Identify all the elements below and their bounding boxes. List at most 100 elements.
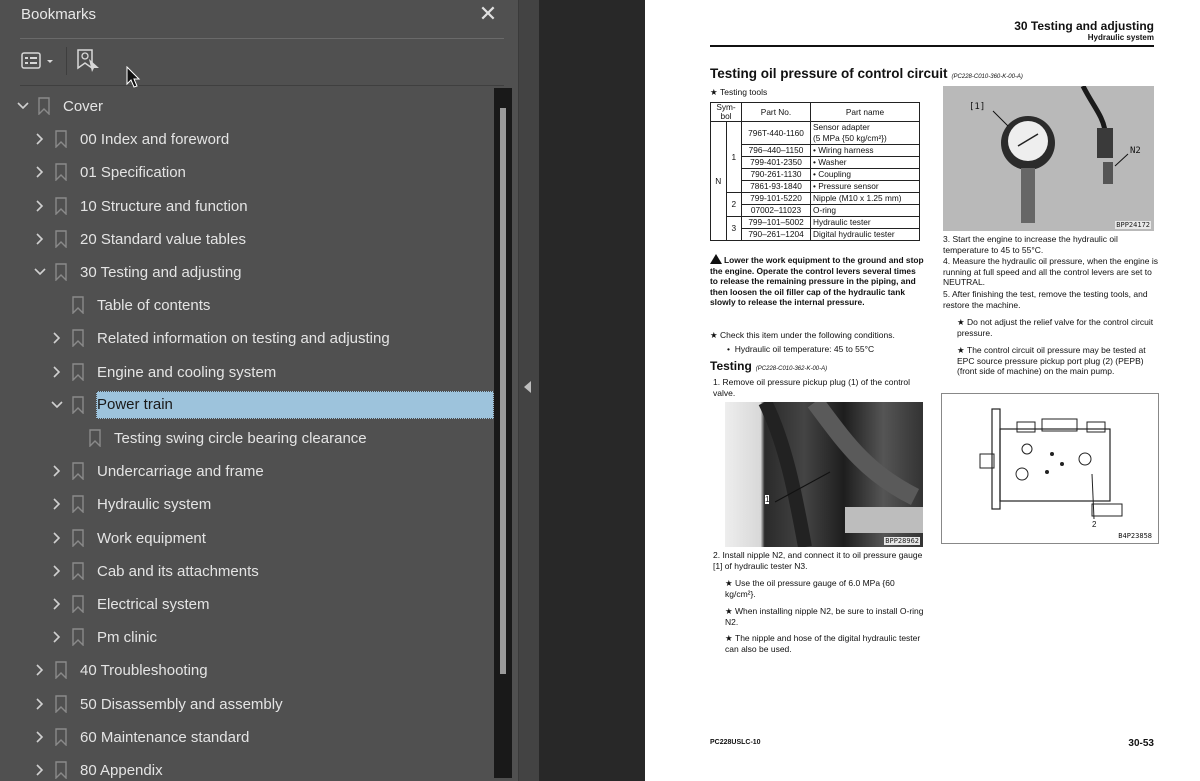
diagram-label: B4P23858 [1118,532,1152,540]
chevron-right-icon[interactable] [34,697,46,711]
divider [20,85,504,86]
bookmark-item[interactable]: Engine and cooling system [0,356,494,389]
collapse-panel-arrow-icon[interactable] [524,381,531,393]
part-name-cell: Digital hydraulic tester [810,228,920,241]
bookmark-item[interactable]: Hydraulic system [0,488,494,521]
chevron-right-icon[interactable] [34,132,46,146]
chevron-right-icon[interactable] [51,365,63,379]
chevron-right-icon[interactable] [51,597,63,611]
bookmark-label: Power train [96,390,494,419]
chevron-right-icon[interactable] [51,531,63,545]
part-name-cell: • Pressure sensor [810,180,920,193]
table-row: 7861-93-1840 • Pressure sensor [711,180,920,193]
diagram-callout: 2 [1092,520,1097,529]
chevron-down-icon[interactable] [34,265,46,279]
bookmark-item[interactable]: Table of contents [0,289,494,322]
symbol-cell: N [710,121,727,241]
bookmark-label: Table of contents [97,297,211,315]
bookmark-item[interactable]: 50 Disassembly and assembly [0,688,494,721]
photo-callout: N2 [1130,146,1141,156]
chevron-down-icon[interactable] [51,398,63,412]
chevron-right-icon[interactable] [51,331,63,345]
chevron-right-icon[interactable] [34,763,46,777]
bookmark-item[interactable]: Electrical system [0,588,494,621]
bookmark-item[interactable]: 80 Appendix [0,754,494,781]
check-note-text: Check this item under the following cond… [720,330,895,340]
bookmark-label: 30 Testing and adjusting [80,264,242,281]
bookmark-icon [72,495,84,514]
bookmark-item[interactable]: Cab and its attachments [0,555,494,588]
bookmark-item[interactable]: Related information on testing and adjus… [0,322,494,355]
bookmark-item[interactable]: Pm clinic [0,621,494,654]
bookmark-tree: Cover 00 Index and foreword 01 Specificati… [0,90,494,781]
step-5: 5. After finishing the test, remove the … [943,289,1148,310]
testing-code: (PC228-C010-362-K-00-A) [755,366,828,372]
bookmark-label: Hydraulic system [97,496,212,514]
bookmark-item[interactable]: 30 Testing and adjusting [0,256,494,289]
pdf-page: 30 Testing and adjusting Hydraulic syste… [645,0,1200,781]
bookmark-item[interactable]: Power train [0,389,494,422]
note-text: The nipple and hose of the digital hydra… [725,633,921,654]
warning-icon [710,254,722,264]
bookmark-item[interactable]: 01 Specification [0,156,494,189]
part-name-text: Sensor adapter [813,122,870,132]
bookmark-item[interactable]: 60 Maintenance standard [0,721,494,754]
part-name-cell: O-ring [810,204,920,217]
photo-label: BPP28962 [884,537,920,545]
chevron-right-icon[interactable] [51,464,63,478]
part-name-cell: Hydraulic tester [810,216,920,229]
page-header-section: 30 Testing and adjusting [1014,19,1154,33]
bookmark-label: Testing swing circle bearing clearance [114,430,367,447]
bookmark-item[interactable]: Cover [0,90,494,123]
panel-title: Bookmarks [21,6,97,23]
chevron-right-icon[interactable] [51,497,63,511]
part-name-cell: • Washer [810,156,920,169]
star-icon: ★ [725,633,733,643]
page-title: Testing oil pressure of control circuit(… [710,66,1023,81]
bookmark-item[interactable]: 10 Structure and function [0,190,494,223]
step-2: 2. Install nipple N2, and connect it to … [713,550,923,571]
bookmark-label: 00 Index and foreword [80,131,230,149]
chevron-right-icon[interactable] [34,232,46,246]
bookmark-icon [55,728,67,746]
part-name-text: Hydraulic tester [813,217,871,227]
note-text: Do not adjust the relief valve for the c… [957,317,1154,338]
star-icon: ★ [725,578,733,588]
table-row: 07002–11023 O-ring [711,204,920,217]
part-name-cell: • Coupling [810,168,920,181]
photo-label: BPP24172 [1115,221,1151,229]
chevron-down-icon[interactable] [17,99,29,113]
bookmark-item[interactable]: Work equipment [0,522,494,555]
chevron-right-icon[interactable] [34,165,46,179]
star-icon: ★ [710,330,718,340]
chevron-right-icon[interactable] [51,564,63,578]
bookmark-icon [55,761,67,779]
star-icon: ★ [725,606,733,616]
part-number-cell: 799-401-2350 [741,156,811,169]
chevron-right-icon[interactable] [34,199,46,213]
step-5-note-1: ★ Do not adjust the relief valve for the … [957,317,1157,338]
find-current-bookmark-button[interactable] [76,48,102,74]
bookmark-item[interactable]: 00 Index and foreword [0,123,494,156]
bookmark-icon [55,694,67,713]
bookmark-item[interactable]: Testing swing circle bearing clearance [0,422,494,455]
bookmark-icon [38,97,50,115]
chevron-right-icon[interactable] [34,663,46,677]
testing-tools-label: ★ Testing tools [710,87,767,98]
chevron-right-icon[interactable] [34,730,46,744]
step-2-note-3: ★ The nipple and hose of the digital hydr… [725,633,925,654]
bookmark-item[interactable]: Undercarriage and frame [0,455,494,488]
group-number-cell: 3 [725,216,742,241]
options-menu-button[interactable] [20,50,60,76]
part-number-cell: 790-261-1130 [741,168,811,181]
bookmark-item[interactable]: 40 Troubleshooting [0,654,494,687]
photo-callout: 1 [765,495,770,504]
part-name-text: • Coupling [813,169,851,179]
table-row: 790-261-1130 • Coupling [711,168,920,181]
scrollbar-thumb[interactable] [500,108,506,674]
table-row: 799-401-2350 • Washer [711,156,920,169]
step-3: 3. Start the engine to increase the hydr… [943,234,1118,255]
bookmark-item[interactable]: 20 Standard value tables [0,223,494,256]
chevron-right-icon[interactable] [51,630,63,644]
close-icon[interactable]: ✕ [478,3,498,27]
